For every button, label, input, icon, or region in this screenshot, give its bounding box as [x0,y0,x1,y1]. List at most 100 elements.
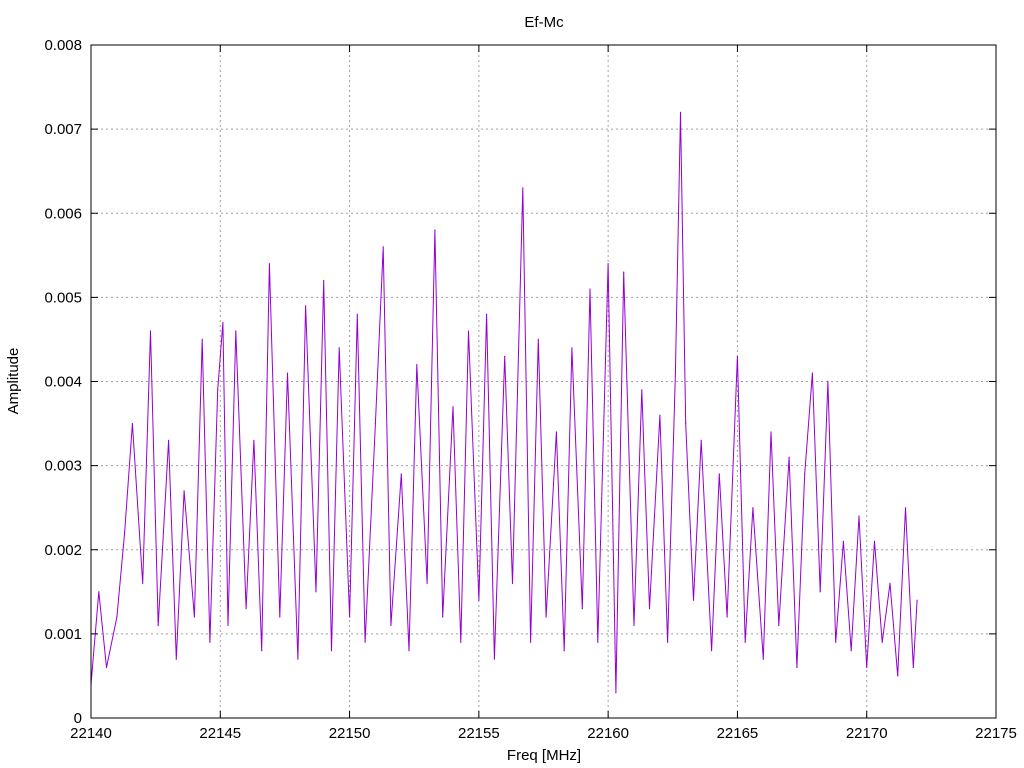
chart-title: Ef-Mc [524,14,564,31]
y-tick-label: 0.002 [44,542,82,559]
data-point [530,641,532,643]
data-point [811,372,814,374]
data-point [711,650,713,652]
data-point [279,616,281,618]
data-point [912,666,914,669]
grid [91,45,996,718]
x-tick-label: 22175 [975,725,1017,742]
data-point [819,591,821,593]
data-point [426,582,428,585]
data-point [235,330,237,332]
data-point [850,650,852,652]
y-tick-label: 0 [74,710,82,727]
data-point [641,389,643,391]
data-point [916,599,918,601]
data-point [105,666,108,669]
data-point [659,414,661,416]
data-point [349,616,351,618]
y-tick-label: 0.003 [44,458,82,475]
data-point [623,271,625,273]
data-point [486,313,488,315]
data-point [217,389,219,391]
data-point [835,641,837,643]
data-point [442,616,444,618]
data-point [467,330,470,332]
y-tick-label: 0.005 [44,289,82,306]
data-point [98,591,100,593]
x-tick-label: 22150 [329,725,371,742]
data-point [674,372,677,374]
x-tick-label: 22170 [846,725,888,742]
data-point [897,675,899,677]
data-point [183,490,185,492]
data-point [504,355,506,357]
data-point [209,641,211,643]
x-tick-label: 22165 [717,725,759,742]
data-point [168,439,170,441]
data-point [679,111,682,113]
data-point [408,650,410,652]
data-point [866,666,868,669]
data-point [460,641,462,643]
data-point [563,650,565,652]
data-point [390,624,392,627]
y-tick-label: 0.004 [44,374,82,391]
data-point [762,658,764,660]
data-point [881,641,883,643]
data-point [124,532,126,534]
data-point [297,658,299,660]
data-point [788,456,790,458]
data-point [736,355,739,357]
x-tick-label: 22155 [458,725,500,742]
y-tick-label: 0.007 [44,121,82,138]
data-point [364,641,366,643]
data-point [858,515,860,517]
data-point [253,439,255,441]
data-point [778,624,780,627]
data-point [581,608,583,610]
y-axis-title: Amplitude [5,348,22,415]
data-point [770,431,772,433]
data-point [149,330,152,332]
data-point [116,616,118,618]
x-tick-label: 22140 [70,725,112,742]
x-axis-title: Freq [MHz] [507,747,581,764]
data-point [330,650,333,652]
data-point [700,439,702,441]
data-point [478,599,480,601]
data-point [323,280,325,282]
data-point [245,608,247,610]
data-point [796,666,798,669]
data-point [227,624,229,627]
data-point [726,616,728,618]
data-point [607,263,609,265]
data-point [827,380,829,383]
data-point [142,582,144,585]
data-point [175,658,177,660]
data-point [356,313,358,315]
y-tick-label: 0.008 [44,37,82,54]
data-point [615,692,617,694]
y-tick-label: 0.006 [44,205,82,222]
data-point [416,364,418,366]
data-point [400,473,402,475]
data-point [434,229,436,231]
data-point [692,599,695,601]
data-point [633,624,635,627]
data-point [685,423,687,425]
data-point [537,338,539,340]
data-point [261,650,263,652]
x-tick-label: 22145 [199,725,241,742]
y-tick-label: 0.001 [44,626,82,643]
data-point [589,288,591,290]
data-point [804,473,806,475]
chart: 22140 22145 22150 22155 22160 22165 22170 22175… [5,14,1017,764]
data-point [305,305,307,307]
data-point [752,507,754,509]
data-point [571,347,573,349]
data-point [201,338,203,340]
data-point [268,263,270,265]
data-point [511,582,514,585]
data-point [222,322,224,324]
data-point [648,608,651,610]
